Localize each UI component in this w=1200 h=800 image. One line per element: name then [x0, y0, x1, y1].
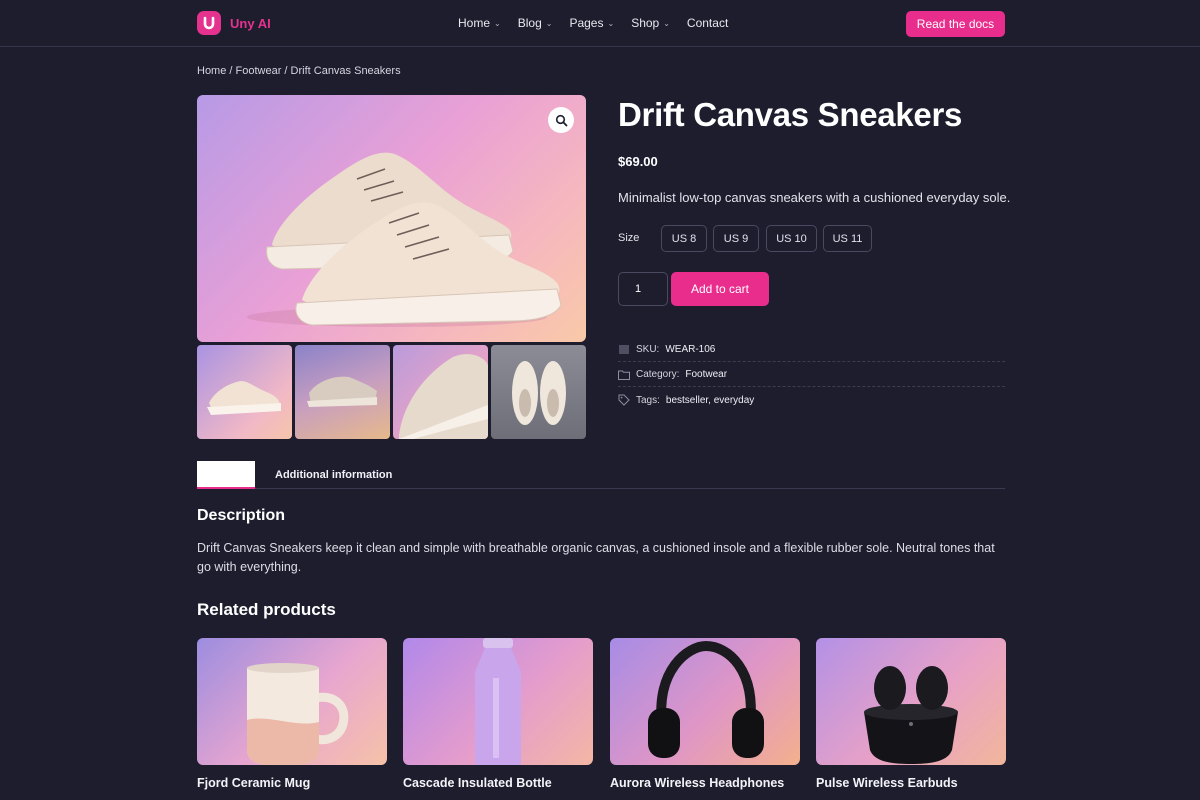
sku-label: SKU: — [636, 344, 660, 355]
meta-tags: Tags: bestseller, everyday — [618, 388, 1005, 412]
size-option-us9[interactable]: US 9 — [713, 225, 759, 252]
tags-links[interactable]: bestseller, everyday — [666, 395, 754, 406]
add-to-cart-button[interactable]: Add to cart — [671, 272, 769, 306]
barcode-icon — [618, 344, 630, 356]
size-option-us11[interactable]: US 11 — [823, 225, 872, 252]
product-tabs: Description Additional information — [197, 461, 1005, 489]
sneakers-topdown-image — [512, 361, 566, 425]
related-product-image-headphones[interactable] — [610, 638, 800, 765]
magnifier-icon — [555, 114, 567, 126]
main-nav: Home ⌄ Blog ⌄ Pages ⌄ Shop ⌄ Contact — [458, 16, 728, 30]
size-option-us10[interactable]: US 10 — [766, 225, 817, 252]
sku-value: WEAR-106 — [665, 344, 716, 355]
nav-item-blog[interactable]: Blog ⌄ — [518, 16, 553, 30]
related-product-name[interactable]: Fjord Ceramic Mug — [197, 776, 310, 790]
meta-category: Category: Footwear — [618, 363, 1005, 387]
tab-additional-information[interactable]: Additional information — [275, 461, 392, 489]
nav-item-contact[interactable]: Contact — [687, 16, 728, 30]
gallery-thumbnail-4[interactable] — [491, 345, 586, 439]
earbuds-icon — [864, 666, 958, 764]
related-product-name[interactable]: Aurora Wireless Headphones — [610, 776, 784, 790]
related-product-image-mug[interactable] — [197, 638, 387, 765]
brand-logo[interactable]: Uny AI — [197, 11, 271, 35]
description-heading: Description — [197, 507, 286, 524]
related-products-heading: Related products — [197, 600, 336, 619]
nav-label: Blog — [517, 16, 542, 30]
nav-label: Contact — [686, 16, 729, 30]
tab-description[interactable]: Description — [197, 461, 255, 489]
category-label: Category: — [636, 369, 680, 380]
tag-icon — [618, 394, 630, 406]
size-label: Size — [618, 232, 640, 244]
related-product-name[interactable]: Cascade Insulated Bottle — [403, 776, 552, 790]
zoom-button[interactable] — [548, 107, 574, 133]
product-price: $69.00 — [618, 154, 658, 169]
mug-icon — [247, 663, 349, 765]
description-body: Drift Canvas Sneakers keep it clean and … — [197, 541, 995, 574]
nav-item-home[interactable]: Home ⌄ — [458, 16, 501, 30]
related-product-image-bottle[interactable] — [403, 638, 593, 765]
sneaker-side-image — [307, 376, 377, 407]
product-main-image[interactable] — [197, 95, 586, 342]
category-link[interactable]: Footwear — [685, 369, 727, 380]
nav-label: Home — [458, 16, 491, 30]
nav-label: Pages — [569, 16, 604, 30]
product-short-description: Minimalist low-top canvas sneakers with … — [618, 190, 1011, 205]
nav-label: Shop — [631, 16, 660, 30]
brand-name: Uny AI — [230, 15, 271, 31]
gallery-thumbnail-3[interactable] — [393, 345, 488, 439]
sneaker-closeup-image — [399, 354, 488, 439]
product-title: Drift Canvas Sneakers — [618, 96, 963, 133]
folder-icon — [618, 369, 630, 381]
gallery-thumbnail-1[interactable] — [197, 345, 292, 439]
gallery-thumbnail-2[interactable] — [295, 345, 390, 439]
nav-item-shop[interactable]: Shop ⌄ — [631, 16, 670, 30]
chevron-down-icon: ⌄ — [663, 18, 670, 28]
meta-sku: SKU: WEAR-106 — [618, 338, 1005, 362]
sneakers-image — [247, 152, 562, 327]
chevron-down-icon: ⌄ — [545, 18, 553, 28]
chevron-down-icon: ⌄ — [494, 18, 501, 28]
tags-label: Tags: — [636, 394, 660, 406]
site-header: Uny AI Home ⌄ Blog ⌄ Pages ⌄ Shop ⌄ Cont… — [0, 0, 1200, 47]
read-docs-button[interactable]: Read the docs — [906, 11, 1005, 37]
sneakers-thumbnail-image — [207, 381, 281, 415]
nav-item-pages[interactable]: Pages ⌄ — [569, 16, 614, 30]
quantity-input[interactable] — [618, 272, 668, 306]
breadcrumb[interactable]: Home / Footwear / Drift Canvas Sneakers — [197, 65, 401, 77]
related-product-name[interactable]: Pulse Wireless Earbuds — [816, 776, 958, 790]
related-product-image-earbuds[interactable] — [816, 638, 1006, 765]
logo-icon — [197, 11, 221, 35]
bottle-icon — [475, 638, 521, 765]
chevron-down-icon: ⌄ — [607, 18, 615, 28]
size-option-us8[interactable]: US 8 — [661, 225, 707, 252]
headphones-icon — [648, 640, 764, 758]
